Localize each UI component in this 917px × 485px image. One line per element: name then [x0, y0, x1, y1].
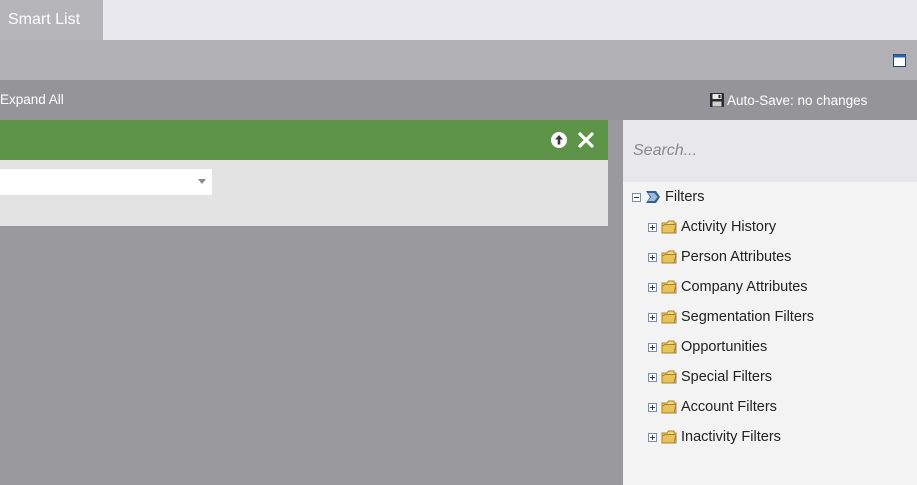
folder-icon: [661, 340, 677, 354]
tree-item-label: Company Attributes: [681, 279, 808, 295]
tree-item-inactivity-filters[interactable]: Inactivity Filters: [648, 422, 781, 452]
folder-icon: [661, 310, 677, 324]
tree-item-label: Inactivity Filters: [681, 429, 781, 445]
autosave-label: Auto-Save: no changes: [727, 92, 868, 108]
expand-toggle-icon[interactable]: [648, 252, 657, 262]
floppy-disk-icon: [710, 93, 724, 107]
tab-strip: Smart List: [0, 0, 917, 40]
search-input[interactable]: [623, 120, 917, 182]
folder-icon: [661, 220, 677, 234]
expand-toggle-icon[interactable]: [648, 342, 657, 352]
window-restore-icon[interactable]: [893, 54, 906, 67]
expand-toggle-icon[interactable]: [648, 402, 657, 412]
search-box: [623, 120, 917, 182]
tree-item-label: Special Filters: [681, 369, 773, 385]
expand-toggle-icon[interactable]: [648, 222, 657, 232]
tree-root-label: Filters: [665, 189, 705, 205]
tree-root-filters[interactable]: Filters: [632, 182, 704, 212]
toolbar: Expand All Auto-Save: no changes: [0, 80, 917, 120]
filter-card: [0, 120, 608, 226]
tree-item-opportunities[interactable]: Opportunities: [648, 332, 767, 362]
smart-list-canvas: [0, 120, 623, 485]
tab-smart-list[interactable]: Smart List: [0, 0, 103, 40]
expand-all-button[interactable]: Expand All: [0, 80, 64, 120]
filter-operator-select[interactable]: [0, 169, 212, 195]
expand-toggle-icon[interactable]: [648, 312, 657, 322]
tree-item-special-filters[interactable]: Special Filters: [648, 362, 772, 392]
tree-item-label: Activity History: [681, 219, 777, 235]
chevron-down-icon: [198, 179, 206, 184]
funnel-icon: [646, 191, 660, 203]
folder-icon: [661, 370, 677, 384]
tree-item-person-attributes[interactable]: Person Attributes: [648, 242, 791, 272]
expand-toggle-icon[interactable]: [648, 432, 657, 442]
expand-toggle-icon[interactable]: [648, 282, 657, 292]
tree-item-activity-history[interactable]: Activity History: [648, 212, 776, 242]
arrow-up-circle-icon[interactable]: [550, 131, 568, 149]
tree-item-label: Opportunities: [681, 339, 768, 355]
tree-item-company-attributes[interactable]: Company Attributes: [648, 272, 808, 302]
folder-icon: [661, 430, 677, 444]
tree-item-account-filters[interactable]: Account Filters: [648, 392, 777, 422]
filter-card-body: [0, 160, 608, 226]
folder-icon: [661, 400, 677, 414]
filter-card-header: [0, 120, 608, 160]
close-icon[interactable]: [577, 131, 595, 149]
tree-item-label: Account Filters: [681, 399, 777, 415]
folder-icon: [661, 280, 677, 294]
sub-toolbar: [0, 40, 917, 80]
filters-panel: Filters Activity History Person Attribut…: [623, 120, 917, 485]
folder-icon: [661, 250, 677, 264]
tree-item-label: Segmentation Filters: [681, 309, 814, 325]
expand-toggle-icon[interactable]: [648, 372, 657, 382]
collapse-toggle-icon[interactable]: [632, 192, 641, 202]
tree-item-segmentation-filters[interactable]: Segmentation Filters: [648, 302, 814, 332]
tree-item-label: Person Attributes: [681, 249, 792, 265]
autosave-status: Auto-Save: no changes: [709, 92, 867, 108]
